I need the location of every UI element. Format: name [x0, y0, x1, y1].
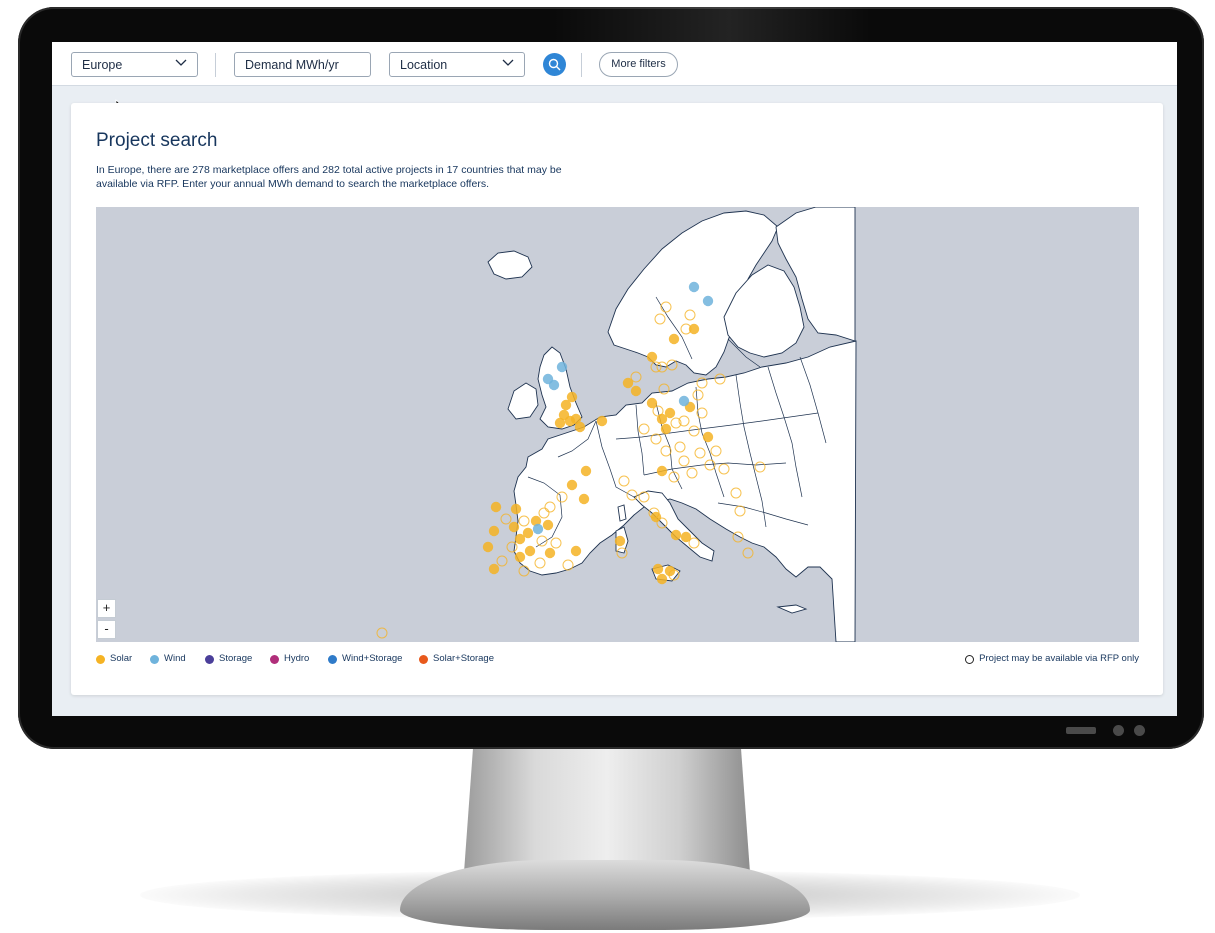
project-marker[interactable]	[702, 431, 714, 443]
open-circle-icon	[965, 655, 975, 664]
project-marker[interactable]	[668, 333, 680, 345]
search-description: In Europe, there are 278 marketplace off…	[96, 164, 562, 190]
zoom-in-button[interactable]: +	[97, 599, 116, 618]
project-marker[interactable]	[664, 565, 676, 577]
chevron-down-icon	[502, 59, 514, 66]
screen: Europe Demand MWh/yr Location More filte…	[52, 42, 1177, 716]
project-marker[interactable]	[508, 521, 520, 533]
project-marker[interactable]	[556, 361, 568, 373]
more-filters-button[interactable]: More filters	[599, 52, 678, 77]
demand-input-placeholder: Demand MWh/yr	[245, 58, 339, 72]
project-marker[interactable]	[532, 523, 544, 535]
project-marker[interactable]	[376, 627, 388, 639]
wind-storage-dot-icon	[328, 655, 337, 664]
legend-rfp-label: Project may be available via RFP only	[979, 653, 1139, 664]
map-canvas[interactable]	[96, 207, 1139, 642]
legend-label: Solar	[110, 653, 133, 664]
bezel-glare	[18, 7, 1204, 47]
project-marker[interactable]	[650, 511, 662, 523]
project-marker[interactable]	[688, 281, 700, 293]
legend-label: Hydro	[284, 653, 310, 664]
project-marker[interactable]	[490, 501, 502, 513]
project-marker[interactable]	[678, 395, 690, 407]
project-search-card: Project search In Europe, there are 278 …	[71, 103, 1163, 695]
project-marker[interactable]	[544, 547, 556, 559]
europe-map[interactable]: + -	[96, 207, 1139, 642]
project-marker[interactable]	[514, 551, 526, 563]
region-select[interactable]: Europe	[71, 52, 198, 77]
chevron-down-icon	[175, 59, 187, 66]
zoom-out-button[interactable]: -	[97, 620, 116, 639]
monitor-button	[1113, 725, 1124, 736]
project-marker[interactable]	[702, 295, 714, 307]
project-marker[interactable]	[518, 565, 530, 577]
iceland-shape	[487, 250, 533, 280]
search-icon	[548, 58, 561, 71]
project-marker[interactable]	[664, 407, 676, 419]
project-marker[interactable]	[570, 545, 582, 557]
project-marker[interactable]	[614, 535, 626, 547]
crete-shape	[776, 604, 808, 614]
solar-storage-dot-icon	[419, 655, 428, 664]
project-marker[interactable]	[660, 423, 672, 435]
project-marker[interactable]	[554, 417, 566, 429]
land-masses	[487, 207, 857, 642]
project-marker[interactable]	[522, 527, 534, 539]
project-marker[interactable]	[524, 545, 536, 557]
project-marker[interactable]	[688, 323, 700, 335]
project-marker[interactable]	[566, 479, 578, 491]
project-marker[interactable]	[500, 513, 512, 525]
project-marker[interactable]	[656, 465, 668, 477]
project-marker[interactable]	[542, 519, 554, 531]
divider	[581, 53, 582, 77]
project-marker[interactable]	[510, 503, 522, 515]
legend-label: Wind+Storage	[342, 653, 403, 664]
legend-label: Solar+Storage	[433, 653, 494, 664]
region-select-value: Europe	[82, 58, 123, 72]
project-marker[interactable]	[656, 573, 668, 585]
project-marker[interactable]	[578, 493, 590, 505]
monitor-power-bar	[1066, 727, 1096, 734]
project-marker[interactable]	[742, 547, 754, 559]
project-marker[interactable]	[646, 351, 658, 363]
project-marker[interactable]	[488, 563, 500, 575]
project-marker[interactable]	[482, 541, 494, 553]
legend-label: Wind	[164, 653, 186, 664]
ireland-shape	[507, 382, 539, 420]
solar-dot-icon	[96, 655, 105, 664]
project-marker[interactable]	[580, 465, 592, 477]
divider	[215, 53, 216, 77]
wind-dot-icon	[150, 655, 159, 664]
demand-input[interactable]: Demand MWh/yr	[234, 52, 371, 77]
project-marker[interactable]	[630, 385, 642, 397]
location-select[interactable]: Location	[389, 52, 525, 77]
project-marker[interactable]	[596, 415, 608, 427]
hydro-dot-icon	[270, 655, 279, 664]
search-button[interactable]	[543, 53, 566, 76]
project-marker[interactable]	[670, 529, 682, 541]
page-title: Project search	[96, 130, 218, 151]
project-marker[interactable]	[542, 373, 554, 385]
project-marker[interactable]	[630, 371, 642, 383]
storage-dot-icon	[205, 655, 214, 664]
legend-rfp-note: Project may be available via RFP only	[965, 652, 1139, 666]
location-select-value: Location	[400, 58, 448, 72]
project-marker[interactable]	[652, 563, 664, 575]
monitor-stand-base	[400, 860, 810, 930]
project-marker[interactable]	[566, 391, 578, 403]
filter-bar: Europe Demand MWh/yr Location More filte…	[52, 42, 1177, 86]
monitor-button	[1134, 725, 1145, 736]
project-marker[interactable]	[488, 525, 500, 537]
project-marker[interactable]	[496, 555, 508, 567]
map-legend: Solar Wind Storage Hydro Wind+Storage So…	[96, 652, 1139, 666]
project-marker[interactable]	[574, 421, 586, 433]
legend-label: Storage	[219, 653, 253, 664]
